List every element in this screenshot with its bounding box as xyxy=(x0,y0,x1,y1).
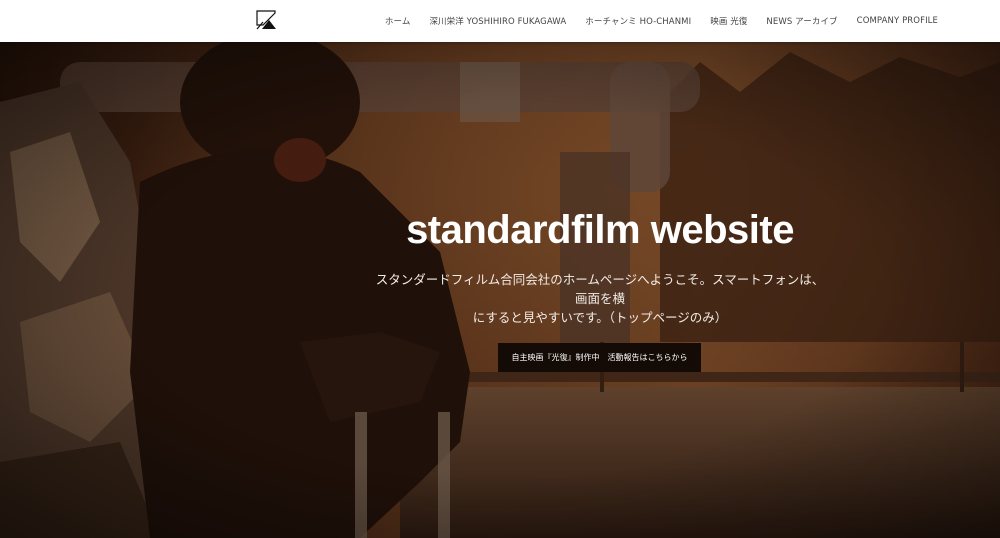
main-nav: ホーム 深川栄洋 YOSHIHIRO FUKAGAWA ホーチャンミ HO-CH… xyxy=(366,0,938,42)
standardfilm-logo-icon[interactable] xyxy=(254,8,278,32)
nav-item-fukagawa[interactable]: 深川栄洋 YOSHIHIRO FUKAGAWA xyxy=(429,15,566,27)
nav-item-movie[interactable]: 映画 光復 xyxy=(710,15,747,27)
nav-item-ho-chanmi[interactable]: ホーチャンミ HO-CHANMI xyxy=(585,15,691,27)
hero-section: standardfilm website スタンダードフィルム合同会社のホームペ… xyxy=(0,42,1000,538)
hero-title: standardfilm website xyxy=(406,208,794,252)
nav-item-home[interactable]: ホーム xyxy=(385,15,411,27)
hero-description-line1: スタンダードフィルム合同会社のホームページへようこそ。スマートフォンは、画面を横 xyxy=(375,272,825,306)
nav-item-news-archive[interactable]: NEWS アーカイブ xyxy=(766,15,837,27)
site-header: ホーム 深川栄洋 YOSHIHIRO FUKAGAWA ホーチャンミ HO-CH… xyxy=(0,0,1000,42)
hero-description-line2: にすると見やすいです。（トップページのみ） xyxy=(472,310,728,325)
activity-report-button[interactable]: 自主映画『光復』制作中 活動報告はこちらから xyxy=(498,343,701,372)
nav-item-company-profile[interactable]: COMPANY PROFILE xyxy=(857,16,938,26)
hero-description: スタンダードフィルム合同会社のホームページへようこそ。スマートフォンは、画面を横… xyxy=(372,270,828,327)
